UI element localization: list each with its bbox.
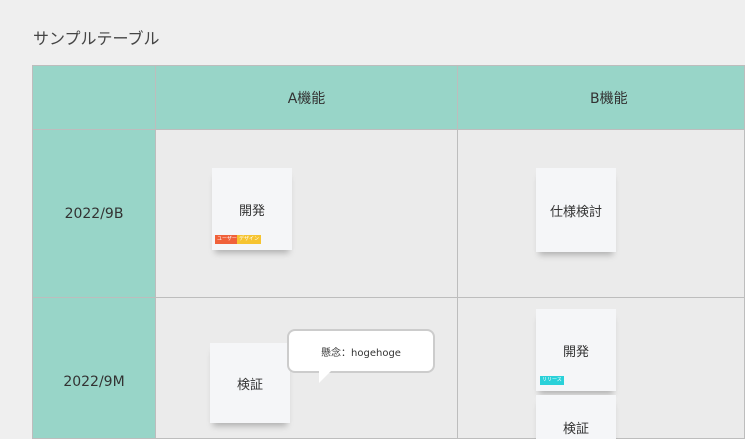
sticky-note[interactable]: 開発 ユーザー デザイン (212, 168, 292, 250)
tag: リリース (540, 376, 564, 385)
sticky-note[interactable]: 検証 (536, 395, 616, 439)
comment-text: 懸念：hogehoge (321, 347, 401, 359)
comment-bubble[interactable]: 懸念：hogehoge (287, 329, 435, 383)
page-title: サンプルテーブル (33, 29, 160, 48)
note-label: 検証 (562, 422, 589, 437)
sticky-note[interactable]: 検証 (210, 343, 290, 423)
sticky-note[interactable]: 仕様検討 (536, 168, 616, 252)
sticky-note[interactable]: 開発 リリース (536, 309, 616, 391)
column-header-a[interactable]: A機能 (155, 65, 458, 130)
row-header-9b[interactable]: 2022/9B (32, 129, 156, 298)
note-label: 検証 (236, 377, 263, 393)
column-header-b[interactable]: B機能 (457, 65, 745, 130)
corner-header (32, 65, 156, 130)
table: A機能 B機能 2022/9B 2022/9M (32, 65, 745, 439)
note-label: 仕様検討 (549, 204, 602, 220)
note-label: 開発 (562, 344, 589, 360)
tag: ユーザー (215, 235, 239, 244)
note-label: 開発 (238, 203, 265, 219)
row-header-9m[interactable]: 2022/9M (32, 297, 156, 439)
cell-9b-a[interactable] (155, 129, 458, 298)
tag: デザイン (237, 235, 262, 244)
